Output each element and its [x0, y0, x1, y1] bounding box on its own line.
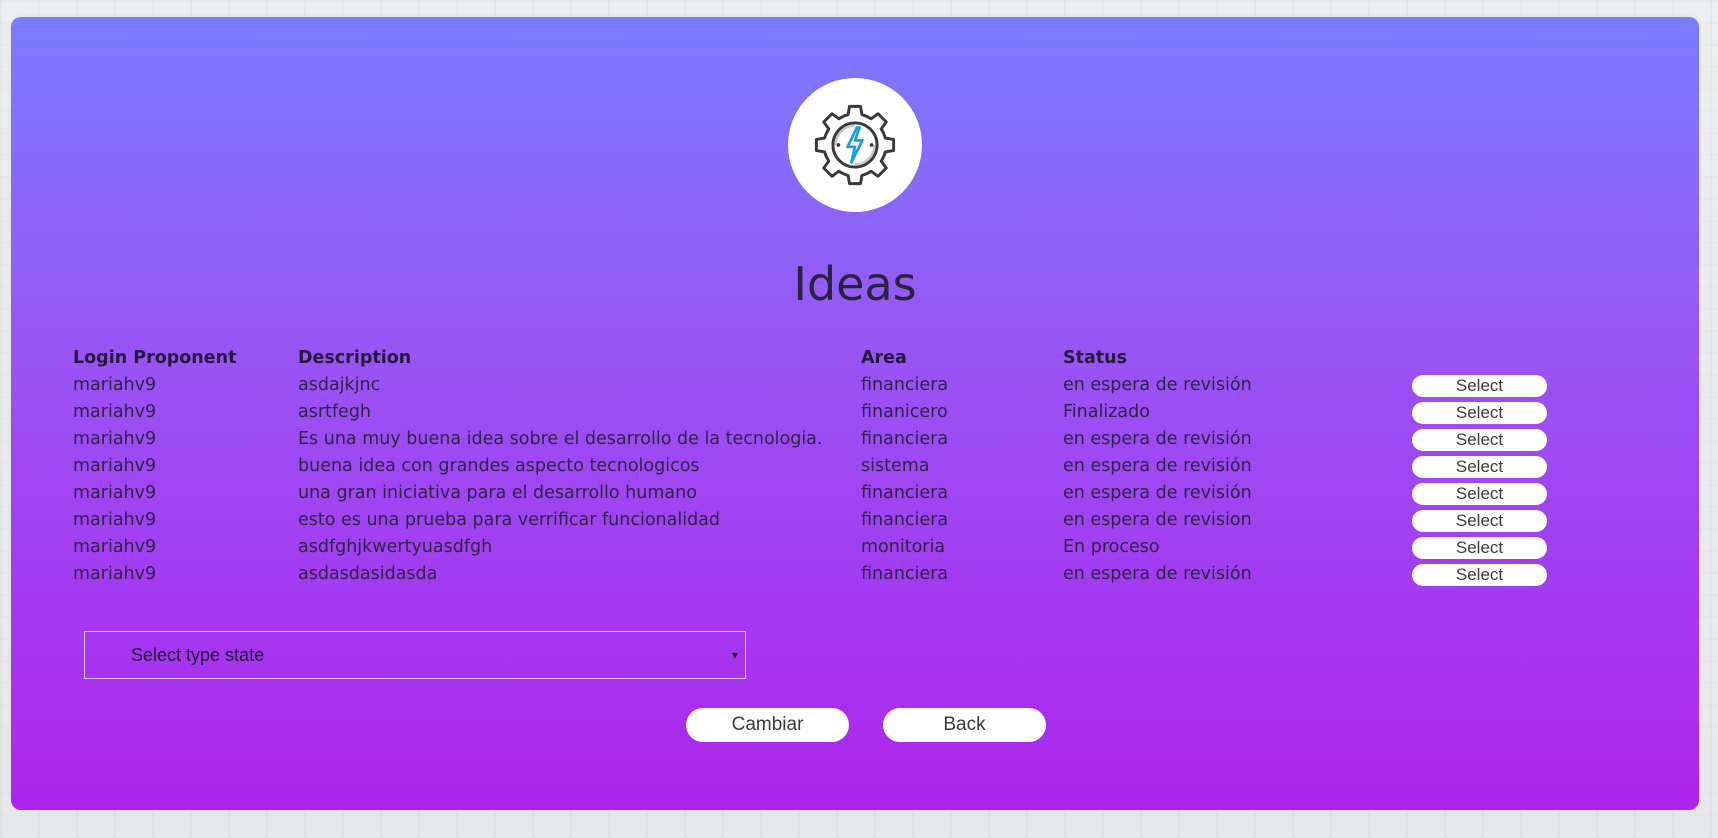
ideas-card: Ideas Login Proponent Description Area S…: [11, 17, 1699, 810]
select-button[interactable]: Select: [1412, 537, 1547, 559]
cell-login: mariahv9: [73, 483, 157, 503]
cell-area: finanicero: [861, 402, 948, 422]
cell-description: Es una muy buena idea sobre el desarroll…: [298, 429, 823, 449]
table-row: mariahv9 buena idea con grandes aspecto …: [73, 453, 1553, 480]
cell-login: mariahv9: [73, 456, 157, 476]
cell-area: financiera: [861, 429, 949, 449]
cell-description: buena idea con grandes aspecto tecnologi…: [298, 456, 700, 476]
chevron-down-icon: ▾: [731, 648, 738, 662]
cell-area: financiera: [861, 510, 949, 530]
state-type-select[interactable]: Select type state ▾: [84, 631, 746, 679]
cell-login: mariahv9: [73, 537, 157, 557]
header-login: Login Proponent: [73, 348, 237, 368]
table-row: mariahv9 Es una muy buena idea sobre el …: [73, 426, 1553, 453]
app-logo: [788, 78, 922, 212]
cell-status: en espera de revisión: [1063, 456, 1252, 476]
cell-description: asdajkjnc: [298, 375, 381, 395]
select-button[interactable]: Select: [1412, 402, 1547, 424]
cell-area: financiera: [861, 375, 949, 395]
cell-login: mariahv9: [73, 402, 157, 422]
table-header-row: Login Proponent Description Area Status: [73, 345, 1553, 372]
select-button[interactable]: Select: [1412, 510, 1547, 532]
header-status: Status: [1063, 348, 1128, 368]
cell-description: asdasdasidasda: [298, 564, 438, 584]
table-row: mariahv9 esto es una prueba para verrifi…: [73, 507, 1553, 534]
table-row: mariahv9 una gran iniciativa para el des…: [73, 480, 1553, 507]
select-button[interactable]: Select: [1412, 564, 1547, 586]
cell-login: mariahv9: [73, 564, 157, 584]
table-row: mariahv9 asdasdasidasda financiera en es…: [73, 561, 1553, 588]
cell-status: en espera de revisión: [1063, 375, 1252, 395]
header-area: Area: [861, 348, 907, 368]
table-row: mariahv9 asrtfegh finanicero Finalizado …: [73, 399, 1553, 426]
state-type-select-value: Select type state: [131, 645, 265, 665]
cell-login: mariahv9: [73, 375, 157, 395]
cambiar-button[interactable]: Cambiar: [686, 708, 849, 742]
gear-lightning-icon: [814, 104, 896, 186]
select-button[interactable]: Select: [1412, 375, 1547, 397]
page-title: Ideas: [793, 257, 917, 311]
cell-description: una gran iniciativa para el desarrollo h…: [298, 483, 697, 503]
cell-status: Finalizado: [1063, 402, 1150, 422]
cell-login: mariahv9: [73, 510, 157, 530]
cell-login: mariahv9: [73, 429, 157, 449]
select-button[interactable]: Select: [1412, 429, 1547, 451]
table-row: mariahv9 asdajkjnc financiera en espera …: [73, 372, 1553, 399]
cell-status: en espera de revision: [1063, 510, 1252, 530]
table-row: mariahv9 asdfghjkwertyuasdfgh monitoria …: [73, 534, 1553, 561]
back-button[interactable]: Back: [883, 708, 1046, 742]
select-button[interactable]: Select: [1412, 456, 1547, 478]
ideas-table: Login Proponent Description Area Status …: [73, 345, 1553, 588]
cell-status: en espera de revisión: [1063, 429, 1252, 449]
cell-description: esto es una prueba para verrificar funci…: [298, 510, 721, 530]
cell-area: monitoria: [861, 537, 946, 557]
cell-status: en espera de revisión: [1063, 483, 1252, 503]
cell-status: En proceso: [1063, 537, 1160, 557]
cell-description: asrtfegh: [298, 402, 372, 422]
header-description: Description: [298, 348, 412, 368]
cell-area: sistema: [861, 456, 930, 476]
select-button[interactable]: Select: [1412, 483, 1547, 505]
cell-description: asdfghjkwertyuasdfgh: [298, 537, 493, 557]
cell-area: financiera: [861, 564, 949, 584]
cell-status: en espera de revisión: [1063, 564, 1252, 584]
cell-area: financiera: [861, 483, 949, 503]
